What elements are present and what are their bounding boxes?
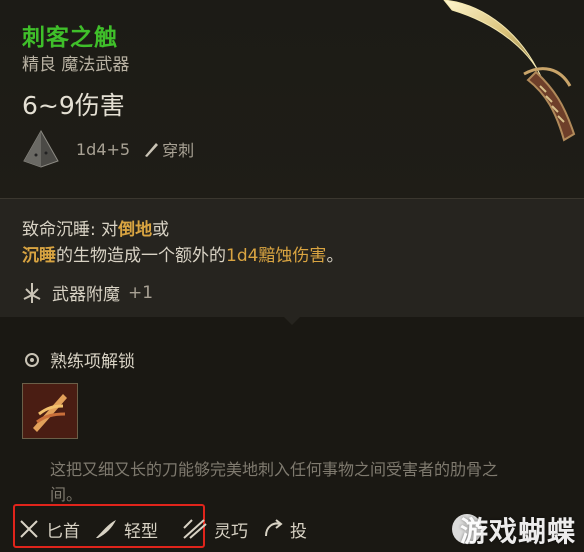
item-name: 刺客之触 <box>22 25 118 51</box>
keyword-sleep[interactable]: 沉睡 <box>22 246 56 266</box>
passive-line-1: 致命沉睡: 对倒地或 <box>22 215 169 240</box>
passive-mid: 或 <box>152 220 170 240</box>
damage-range: 6~9伤害 <box>22 91 125 120</box>
damage-type: 穿刺 <box>162 141 195 160</box>
proficiency-header: 熟练项解锁 <box>22 347 135 372</box>
blade-strike-icon <box>23 384 77 438</box>
sword-image <box>443 0 576 142</box>
pierce-icon <box>145 143 159 157</box>
tag-thrown[interactable]: 投 <box>262 517 307 542</box>
tag-label: 灵巧 <box>214 521 248 542</box>
passive-mid-2: 的生物造成一个额外的 <box>56 246 226 266</box>
passive-prefix: 致命沉睡: 对 <box>22 220 119 240</box>
tag-dagger[interactable]: 匕首 <box>18 517 80 542</box>
enchant-icon <box>23 282 41 303</box>
passive-line-2: 沉睡的生物造成一个额外的1d4黯蚀伤害。 <box>22 241 343 266</box>
enchantment-row: 武器附魔 +1 <box>20 280 153 305</box>
passive-suffix: 。 <box>326 246 344 266</box>
enchant-label: 武器附魔 <box>52 285 120 305</box>
dice-formula: 1d4+5 <box>76 139 131 159</box>
enchant-value: +1 <box>128 282 154 303</box>
weapon-tags: 匕首 轻型 灵巧 投 <box>18 512 321 546</box>
proficiency-label: 熟练项解锁 <box>50 352 135 372</box>
feather-icon <box>96 520 116 538</box>
keyword-necrotic-damage[interactable]: 1d4黯蚀伤害 <box>226 246 326 266</box>
watermark-text: 游戏蝴蝶 <box>459 515 576 548</box>
proficiency-action-icon[interactable] <box>22 383 78 439</box>
keyword-prone[interactable]: 倒地 <box>118 220 152 240</box>
tag-finesse[interactable]: 灵巧 <box>182 517 248 542</box>
tag-label: 轻型 <box>124 521 158 542</box>
item-description: 这把又细又长的刀能够完美地刺入任何事物之间受害者的肋骨之间。 <box>50 460 499 504</box>
section-caret <box>283 316 301 325</box>
unlock-icon <box>25 352 39 367</box>
dice-row: 1d4+5 穿刺 <box>22 128 194 170</box>
dagger-icon <box>20 520 38 538</box>
tag-label: 投 <box>290 521 307 542</box>
item-rarity-type: 精良 魔法武器 <box>22 55 130 75</box>
throw-icon <box>265 519 283 537</box>
d4-dice-icon <box>23 129 59 168</box>
finesse-icon <box>183 519 207 539</box>
tag-light[interactable]: 轻型 <box>94 517 158 542</box>
tag-label: 匕首 <box>46 521 80 542</box>
